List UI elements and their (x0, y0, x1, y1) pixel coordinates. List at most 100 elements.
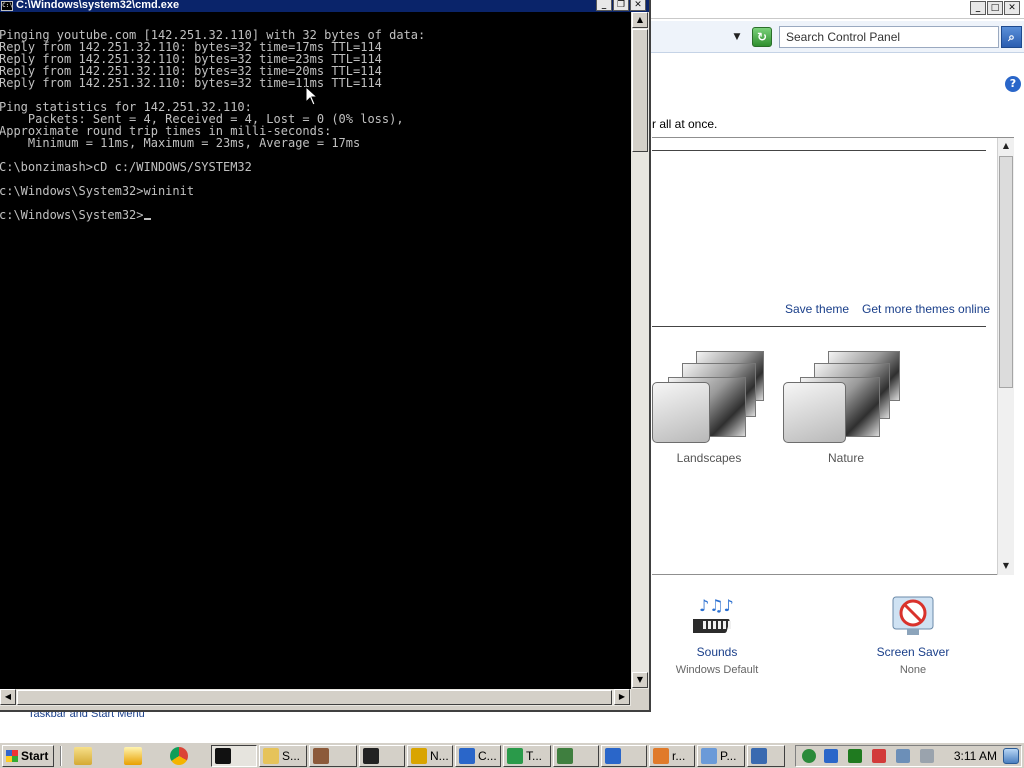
cmd-window-title: C:\Windows\system32\cmd.exe (16, 0, 180, 11)
close-button[interactable]: ✕ (1004, 1, 1020, 15)
screen-saver-item[interactable]: Screen Saver None (848, 585, 978, 677)
screen-saver-subtitle: None (899, 664, 927, 676)
update-tray-icon[interactable] (802, 749, 816, 763)
taskbar-button[interactable]: C... (455, 745, 501, 767)
console-vertical-scrollbar[interactable]: ▲ ▼ (631, 12, 649, 689)
taskbar-button[interactable] (747, 745, 785, 767)
divider (652, 150, 986, 151)
sounds-subtitle: Windows Default (675, 664, 759, 676)
search-input[interactable]: Search Control Panel (779, 26, 999, 48)
scroll-left-icon[interactable]: ◀ (0, 689, 16, 705)
sounds-icon: ♪♫♪ (686, 593, 741, 639)
media-player-quicklaunch-icon[interactable] (124, 747, 142, 765)
sounds-item[interactable]: ♪♫♪ Sounds Windows Default (652, 585, 782, 677)
scroll-up-icon[interactable]: ▲ (998, 138, 1014, 154)
scrollbar-thumb[interactable] (632, 29, 648, 152)
close-button[interactable]: ✕ (630, 0, 646, 11)
monitor-icon (751, 748, 767, 764)
clock[interactable]: 3:11 AM (954, 746, 997, 766)
taskbar-button-label: r... (672, 749, 686, 763)
svg-text:♪♫♪: ♪♫♪ (699, 596, 734, 615)
taskbar-button[interactable] (553, 745, 599, 767)
taskbar-button[interactable]: N... (407, 745, 453, 767)
scroll-right-icon[interactable]: ▶ (614, 689, 630, 705)
scrollbar-thumb[interactable] (999, 156, 1013, 388)
cmd-window[interactable]: C:\ C:\Windows\system32\cmd.exe _ ❐ ✕ Pi… (0, 0, 651, 712)
help-icon[interactable]: ? (1005, 76, 1021, 92)
chrome-quicklaunch-icon[interactable] (170, 747, 188, 765)
scrollbar-thumb[interactable] (17, 690, 612, 705)
theme-list-panel: Save theme Get more themes online Landsc… (652, 137, 1014, 575)
divider (60, 746, 62, 766)
console-line: C:\bonzimash>cD c:/WINDOWS/SYSTEM32 (0, 160, 252, 174)
taskbar-button[interactable]: T... (503, 745, 551, 767)
network-icon (557, 748, 573, 764)
app-icon (313, 748, 329, 764)
notepad-icon (411, 748, 427, 764)
console-line: c:\Windows\System32>wininit (0, 184, 195, 198)
start-label: Start (21, 749, 49, 763)
network-tray-icon[interactable] (896, 749, 910, 763)
divider (652, 326, 986, 327)
taskbar-button[interactable]: S... (259, 745, 307, 767)
mouse-pointer-icon (305, 86, 319, 106)
theme-landscapes[interactable] (652, 349, 772, 445)
start-button[interactable]: Start (2, 745, 54, 767)
screen-saver-title[interactable]: Screen Saver (848, 645, 978, 659)
shield-tray-icon[interactable] (824, 749, 838, 763)
get-more-themes-link[interactable]: Get more themes online (862, 302, 990, 316)
taskbar-button[interactable] (309, 745, 357, 767)
shield-icon (605, 748, 621, 764)
minimize-button[interactable]: _ (596, 0, 612, 11)
sounds-title[interactable]: Sounds (652, 645, 782, 659)
cmd-icon[interactable]: C:\ (1, 1, 13, 11)
taskbar-button-label: S... (282, 749, 301, 763)
maximize-button[interactable]: □ (987, 1, 1003, 15)
personalize-description: r all at once. (652, 117, 718, 131)
minimize-button[interactable]: _ (970, 1, 986, 15)
console-line: c:\Windows\System32> (0, 209, 631, 221)
scroll-up-icon[interactable]: ▲ (632, 12, 648, 28)
action-center-tray-icon[interactable] (872, 749, 886, 763)
taskbar-button[interactable] (601, 745, 647, 767)
address-dropdown-icon[interactable]: ▼ (728, 30, 746, 44)
cmd-icon (215, 748, 231, 764)
console-output[interactable]: Pinging youtube.com [142.251.32.110] wit… (0, 12, 631, 689)
taskbar-button[interactable] (359, 745, 405, 767)
system-tray: 3:11 AM (795, 745, 1022, 767)
7zip-icon (363, 748, 379, 764)
theme-name-landscapes: Landscapes (676, 451, 742, 465)
taskbar-button-label: C... (478, 749, 497, 763)
search-icon[interactable]: ⌕ (1001, 26, 1022, 48)
console-horizontal-scrollbar[interactable]: ◀ ▶ (0, 689, 631, 706)
taskbar: Start S... N... C... T... r... P... 3:11 AM (0, 742, 1024, 768)
scroll-down-icon[interactable]: ▼ (998, 558, 1014, 574)
shield-icon (459, 748, 475, 764)
taskbar-button[interactable]: r... (649, 745, 695, 767)
scroll-down-icon[interactable]: ▼ (632, 672, 648, 688)
taskbar-button-label: T... (526, 749, 543, 763)
windows-logo-icon (6, 750, 18, 762)
cmd-titlebar[interactable]: C:\ C:\Windows\system32\cmd.exe _ ❐ ✕ (0, 0, 649, 12)
taskbar-button-label: P... (720, 749, 737, 763)
text-cursor (143, 218, 151, 220)
size-grip (631, 689, 649, 706)
save-theme-link[interactable]: Save theme (785, 302, 849, 316)
show-desktop-icon[interactable] (1003, 748, 1019, 764)
personalization-settings: ♪♫♪ Sounds Windows Default Screen Saver … (652, 585, 1024, 685)
timer-icon (507, 748, 523, 764)
explorer-quicklaunch-icon[interactable] (74, 747, 92, 765)
volume-tray-icon[interactable] (920, 749, 934, 763)
theme-nature[interactable] (782, 349, 912, 445)
folder-icon (263, 748, 279, 764)
battery-tray-icon[interactable] (848, 749, 862, 763)
taskbar-button[interactable]: P... (697, 745, 745, 767)
taskbar-button[interactable] (211, 745, 257, 767)
console-line: Minimum = 11ms, Maximum = 23ms, Average … (0, 136, 361, 150)
refresh-button[interactable]: ↻ (752, 27, 772, 47)
screen-saver-icon (889, 593, 937, 639)
document-icon (701, 748, 717, 764)
theme-list-scrollbar[interactable]: ▲ ▼ (997, 138, 1014, 575)
restore-button[interactable]: ❐ (613, 0, 629, 11)
theme-name-nature: Nature (827, 451, 865, 465)
